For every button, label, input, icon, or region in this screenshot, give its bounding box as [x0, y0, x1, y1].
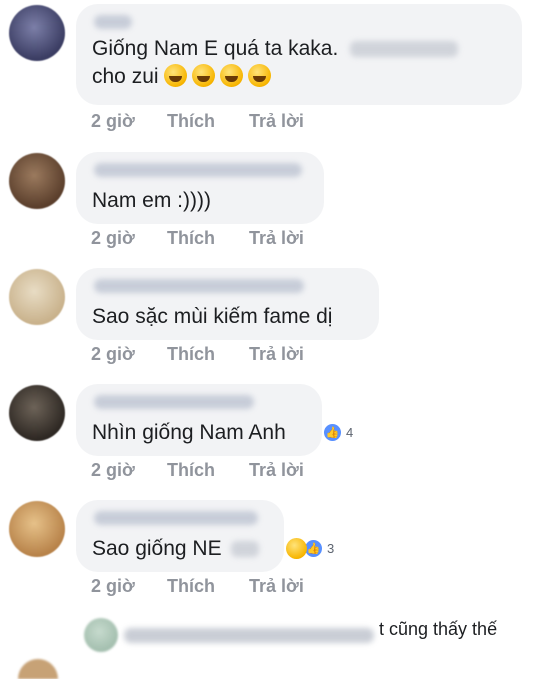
like-link[interactable]: Thích	[167, 228, 215, 249]
comment-time[interactable]: 2 giờ	[91, 576, 135, 597]
reaction-count: 3	[327, 540, 335, 556]
laugh-icon	[286, 537, 307, 559]
comment-text: Sao sặc mùi kiếm fame dị	[92, 305, 333, 328]
laughing-tears-emoji	[219, 64, 243, 87]
reply-link[interactable]: Trả lời	[249, 111, 304, 132]
comment-item: Nhìn giống Nam Anh 👍 4 2 giờ Thích Trả l…	[0, 380, 538, 496]
comment-bubble: Giống Nam E quá ta kaka. cho zui	[76, 4, 522, 105]
author-name[interactable]	[94, 279, 304, 293]
comment-item: Nam em :)))) 2 giờ Thích Trả lời	[0, 148, 538, 264]
reply-author-name	[124, 628, 374, 643]
reply-link[interactable]: Trả lời	[249, 344, 304, 365]
comment-text: Nhìn giống Nam Anh	[92, 421, 286, 444]
comment-text-line1: Giống Nam E quá ta kaka.	[92, 37, 339, 60]
avatar	[84, 618, 118, 652]
comment-item: Giống Nam E quá ta kaka. cho zui 2 giờ T…	[0, 0, 538, 131]
laughing-tears-emoji	[163, 64, 187, 87]
like-link[interactable]: Thích	[167, 460, 215, 481]
redacted-text	[350, 41, 459, 58]
comment-time[interactable]: 2 giờ	[91, 228, 135, 249]
reply-link[interactable]: Trả lời	[249, 576, 304, 597]
like-link[interactable]: Thích	[167, 344, 215, 365]
reply-preview[interactable]: t cũng thấy thế	[0, 608, 538, 679]
comment-time[interactable]: 2 giờ	[91, 460, 135, 481]
like-icon: 👍	[322, 421, 343, 443]
author-name[interactable]	[94, 163, 302, 177]
comment-bubble: Nam em :))))	[76, 152, 324, 224]
laughing-tears-emoji	[191, 64, 215, 87]
comment-feed: Giống Nam E quá ta kaka. cho zui 2 giờ T…	[0, 0, 538, 679]
comment-text-line2: cho zui	[92, 65, 159, 88]
like-link[interactable]: Thích	[167, 576, 215, 597]
avatar[interactable]	[9, 269, 65, 325]
comment-text: Giống Nam E quá ta kaka.	[92, 35, 508, 63]
comment-time[interactable]: 2 giờ	[91, 344, 135, 365]
reaction-count: 4	[346, 424, 354, 440]
redacted-text	[231, 541, 260, 558]
reaction-summary[interactable]: 👍 3	[286, 534, 334, 562]
avatar[interactable]	[9, 153, 65, 209]
reaction-summary[interactable]: 👍 4	[322, 418, 353, 446]
like-link[interactable]: Thích	[167, 111, 215, 132]
comment-text: Sao giống NE	[92, 537, 222, 560]
reply-link[interactable]: Trả lời	[249, 460, 304, 481]
reply-preview-text: t cũng thấy thế	[379, 619, 498, 639]
comment-item: Sao giống NE 👍 3 2 giờ Thích Trả lời	[0, 496, 538, 612]
author-name[interactable]	[94, 395, 254, 409]
comment-bubble: Sao giống NE	[76, 500, 284, 572]
laughing-tears-emoji	[247, 64, 271, 87]
avatar[interactable]	[9, 5, 65, 61]
comment-text-line2-row: cho zui	[92, 63, 508, 91]
comment-time[interactable]: 2 giờ	[91, 111, 135, 132]
comment-item: Sao sặc mùi kiếm fame dị 2 giờ Thích Trả…	[0, 264, 538, 380]
comment-text: Nam em :))))	[92, 189, 211, 212]
comment-bubble: Nhìn giống Nam Anh	[76, 384, 322, 456]
comment-text-row: Sao giống NE	[92, 535, 270, 563]
avatar[interactable]	[9, 501, 65, 557]
avatar	[18, 659, 58, 679]
comment-bubble: Sao sặc mùi kiếm fame dị	[76, 268, 379, 340]
reply-link[interactable]: Trả lời	[249, 228, 304, 249]
author-name[interactable]	[94, 15, 132, 29]
avatar[interactable]	[9, 385, 65, 441]
author-name[interactable]	[94, 511, 258, 525]
